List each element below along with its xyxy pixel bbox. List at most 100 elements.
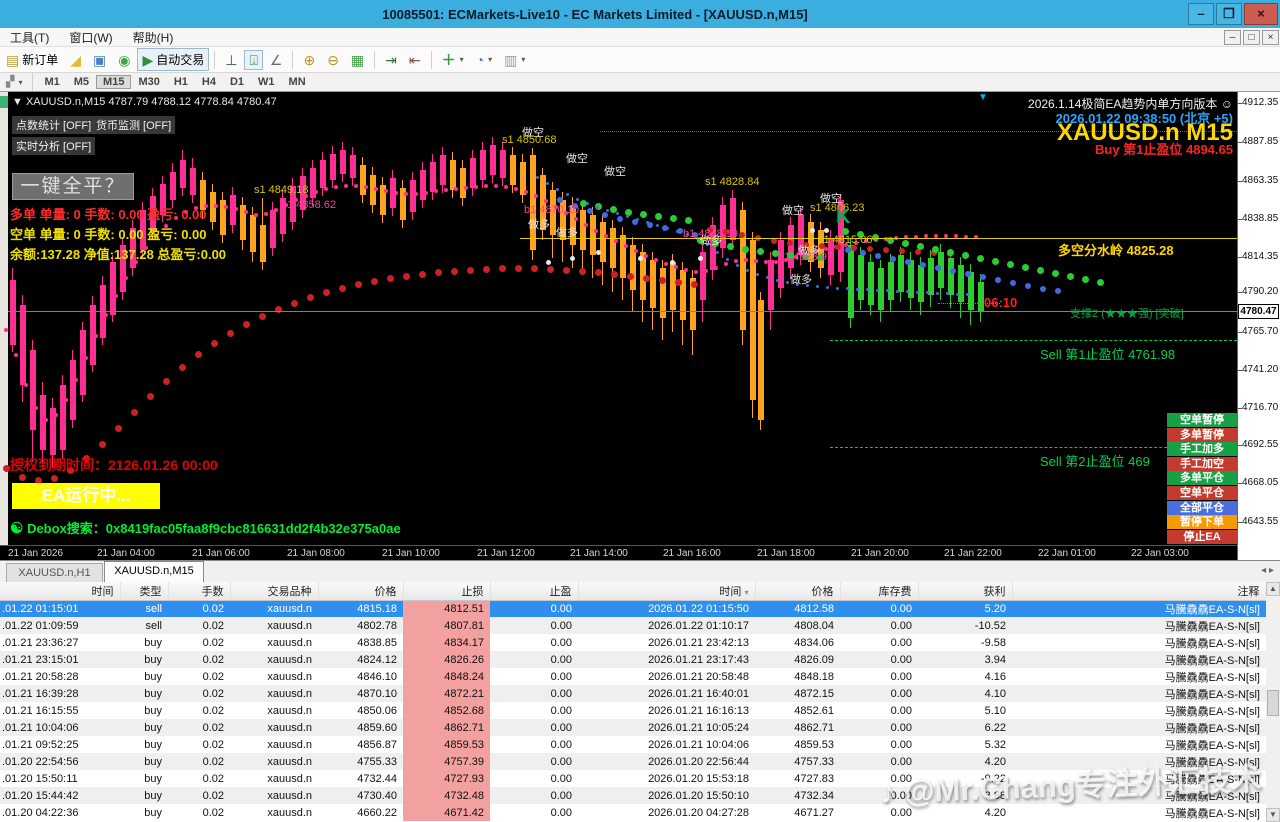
candle	[580, 210, 586, 250]
order-cell: 4870.10	[318, 685, 403, 702]
timeframe-m15[interactable]: M15	[96, 75, 131, 89]
line-chart-button[interactable]: ∠	[265, 50, 288, 70]
zoom-in-icon: ⊕	[303, 53, 315, 67]
chart-annotation: s1 4849.18	[254, 184, 308, 196]
side-button-4[interactable]: 多单平仓	[1167, 471, 1237, 485]
restore-button[interactable]: ❐	[1216, 3, 1242, 25]
candlestick-chart-button[interactable]: ⍗	[244, 50, 262, 70]
minimize-button[interactable]: –	[1188, 3, 1214, 25]
order-cell: 0.02	[168, 787, 230, 804]
order-row[interactable]: .01.21 16:39:28buy0.02xauusd.n4870.10487…	[0, 685, 1266, 702]
order-row[interactable]: .01.20 04:22:36buy0.02xauusd.n4660.22467…	[0, 804, 1266, 821]
menu-window[interactable]: 窗口(W)	[59, 29, 122, 46]
order-cell: 0.00	[490, 753, 578, 770]
column-header-7[interactable]: 时间 ▾	[578, 582, 755, 600]
column-header-4[interactable]: 价格	[318, 582, 403, 600]
timeframe-w1[interactable]: W1	[251, 75, 282, 89]
templates-button[interactable]: ▥▾	[499, 50, 530, 70]
auto-scroll-button[interactable]: ⇥	[380, 50, 402, 70]
chart-annotation: 做多	[556, 224, 578, 240]
zoom-out-button[interactable]: ⊖	[322, 50, 344, 70]
child-minimize-button[interactable]: –	[1224, 30, 1241, 45]
timeframe-m30[interactable]: M30	[131, 75, 166, 89]
time-axis[interactable]: 21 Jan 202621 Jan 04:0021 Jan 06:0021 Ja…	[0, 545, 1237, 560]
column-header-10[interactable]: 获利	[918, 582, 1012, 600]
highlighter-button[interactable]: ◢	[65, 50, 86, 70]
fast-ma-dots	[34, 406, 38, 410]
timeframe-mn[interactable]: MN	[282, 75, 313, 89]
periods-button[interactable]: ◔▾	[471, 50, 497, 70]
order-cell: 0.02	[168, 617, 230, 634]
column-header-9[interactable]: 库存费	[840, 582, 918, 600]
side-button-1[interactable]: 多单暂停	[1167, 428, 1237, 442]
order-cell: 0.00	[840, 634, 918, 651]
close-all-button[interactable]: 一键全平？	[12, 173, 134, 200]
menu-tools[interactable]: 工具(T)	[0, 29, 59, 46]
column-header-5[interactable]: 止损	[403, 582, 490, 600]
signal-button[interactable]: ◉	[113, 50, 135, 70]
timeframe-m1[interactable]: M1	[37, 75, 66, 89]
candle	[958, 265, 964, 302]
column-header-6[interactable]: 止盈	[490, 582, 578, 600]
side-button-7[interactable]: 暂停下单	[1167, 515, 1237, 529]
close-button[interactable]: ×	[1244, 3, 1278, 25]
order-cell: xauusd.n	[230, 719, 318, 736]
order-row[interactable]: .01.21 09:52:25buy0.02xauusd.n4856.87485…	[0, 736, 1266, 753]
bar-chart-button[interactable]: ⊥	[220, 50, 242, 70]
blue-line	[676, 230, 679, 233]
ea-running-button[interactable]: EA运行中...	[12, 483, 160, 509]
side-button-6[interactable]: 全部平仓	[1167, 501, 1237, 515]
title-bar[interactable]: 10085501: ECMarkets-Live10 - EC Markets …	[0, 0, 1280, 28]
scrollbar-thumb[interactable]	[1267, 690, 1279, 716]
green-dots	[917, 243, 924, 250]
tf-tool-button[interactable]: ▞▾	[1, 72, 27, 92]
scroll-down-icon[interactable]: ▼	[1266, 808, 1280, 822]
order-row[interactable]: .01.21 23:15:01buy0.02xauusd.n4824.12482…	[0, 651, 1266, 668]
order-row[interactable]: .01.21 20:58:28buy0.02xauusd.n4846.10484…	[0, 668, 1266, 685]
order-row[interactable]: .01.22 01:09:59sell0.02xauusd.n4802.7848…	[0, 617, 1266, 634]
side-button-3[interactable]: 手工加空	[1167, 457, 1237, 471]
candle	[470, 158, 476, 188]
timeframe-d1[interactable]: D1	[223, 75, 251, 89]
order-cell: 4757.39	[403, 753, 490, 770]
timeframe-h4[interactable]: H4	[195, 75, 223, 89]
order-cell: 4727.93	[403, 770, 490, 787]
tile-windows-button[interactable]: ▦	[346, 50, 369, 70]
scroll-up-icon[interactable]: ▲	[1266, 582, 1280, 596]
slow-ma-dots	[323, 289, 330, 296]
slow-ma-dots	[51, 475, 58, 482]
tab-xauusd-m15[interactable]: XAUUSD.n,M15	[104, 561, 204, 583]
side-button-2[interactable]: 手工加多	[1167, 442, 1237, 456]
order-cell: 2026.01.20 04:27:28	[578, 804, 755, 821]
column-header-8[interactable]: 价格	[755, 582, 840, 600]
chart-annotation: 做空	[782, 202, 804, 218]
zoom-in-button[interactable]: ⊕	[298, 50, 320, 70]
column-header-1[interactable]: 类型	[120, 582, 168, 600]
column-header-3[interactable]: 交易品种	[230, 582, 318, 600]
new-order-button[interactable]: ▤ 新订单	[1, 48, 63, 71]
timeframe-h1[interactable]: H1	[167, 75, 195, 89]
order-row[interactable]: .01.21 23:36:27buy0.02xauusd.n4838.85483…	[0, 634, 1266, 651]
column-header-11[interactable]: 注释	[1012, 582, 1266, 600]
price-axis[interactable]: 4912.354887.854863.354838.854814.354790.…	[1237, 92, 1280, 560]
orders-header-row[interactable]: 时间类型手数交易品种价格止损止盈时间 ▾价格库存费获利注释	[0, 582, 1266, 600]
side-button-8[interactable]: 停止EA	[1167, 530, 1237, 544]
column-header-0[interactable]: 时间	[0, 582, 120, 600]
indicators-button[interactable]: ＋▾	[437, 50, 469, 70]
menu-help[interactable]: 帮助(H)	[123, 29, 184, 46]
order-row[interactable]: .01.21 16:15:55buy0.02xauusd.n4850.06485…	[0, 702, 1266, 719]
child-close-button[interactable]: ×	[1262, 30, 1279, 45]
side-button-0[interactable]: 空单暂停	[1167, 413, 1237, 427]
order-row[interactable]: .01.21 10:04:06buy0.02xauusd.n4859.60486…	[0, 719, 1266, 736]
terminal-button[interactable]: ▣	[88, 50, 111, 70]
timeframe-m5[interactable]: M5	[67, 75, 96, 89]
tab-scroll-arrows[interactable]: ◂ ▸	[1261, 565, 1274, 576]
ohlc-readout[interactable]: ▼ XAUUSD.n,M15 4787.79 4788.12 4778.84 4…	[12, 96, 277, 108]
order-row[interactable]: .01.22 01:15:01sell0.02xauusd.n4815.1848…	[0, 600, 1266, 617]
side-button-5[interactable]: 空单平仓	[1167, 486, 1237, 500]
column-header-2[interactable]: 手数	[168, 582, 230, 600]
auto-trading-button[interactable]: ▶ 自动交易	[137, 48, 209, 71]
chart-shift-button[interactable]: ⇤	[404, 50, 426, 70]
child-restore-button[interactable]: □	[1243, 30, 1260, 45]
tab-xauusd-h1[interactable]: XAUUSD.n,H1	[6, 563, 103, 583]
